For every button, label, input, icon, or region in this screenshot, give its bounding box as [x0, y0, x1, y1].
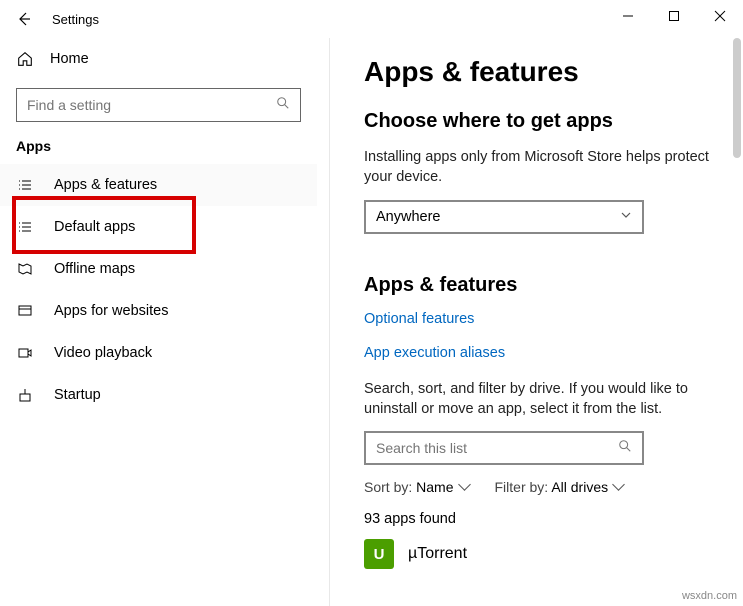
arrow-left-icon [16, 11, 32, 27]
page-title: Apps & features [364, 56, 715, 88]
sidebar-search[interactable] [16, 88, 301, 122]
section-description: Search, sort, and filter by drive. If yo… [364, 379, 715, 420]
app-count: 93 apps found [364, 511, 715, 527]
section-description: Installing apps only from Microsoft Stor… [364, 147, 715, 188]
minimize-button[interactable] [605, 0, 651, 32]
sidebar-item-label: Video playback [54, 345, 152, 361]
home-nav[interactable]: Home [0, 38, 317, 80]
close-button[interactable] [697, 0, 743, 32]
close-icon [714, 10, 726, 22]
list-icon [16, 177, 34, 193]
sidebar-item-label: Offline maps [54, 261, 135, 277]
map-icon [16, 261, 34, 277]
window-controls [605, 0, 743, 32]
sidebar-search-input[interactable] [27, 97, 276, 113]
highlight-annotation [12, 196, 196, 254]
app-source-dropdown[interactable]: Anywhere [364, 200, 644, 234]
sidebar-item-label: Startup [54, 387, 101, 403]
dropdown-value: Anywhere [376, 209, 440, 225]
chevron-down-icon [620, 209, 632, 225]
app-list-search-input[interactable] [376, 440, 618, 456]
sort-by-dropdown[interactable]: Sort by: Name [364, 479, 469, 495]
sidebar-item-video-playback[interactable]: Video playback [0, 332, 317, 374]
app-icon: U [364, 539, 394, 569]
window-title: Settings [52, 12, 99, 27]
section-heading: Choose where to get apps [364, 110, 715, 133]
sort-filter-row: Sort by: Name Filter by: All drives [364, 479, 715, 495]
home-icon [16, 50, 34, 68]
section-heading: Apps & features [364, 274, 715, 297]
sidebar-item-startup[interactable]: Startup [0, 374, 317, 416]
home-label: Home [50, 51, 89, 67]
app-list-search[interactable] [364, 431, 644, 465]
app-list-item[interactable]: U µTorrent [364, 539, 715, 569]
websites-icon [16, 303, 34, 319]
main-content: Apps & features Choose where to get apps… [330, 38, 743, 606]
maximize-button[interactable] [651, 0, 697, 32]
video-icon [16, 345, 34, 361]
optional-features-link[interactable]: Optional features [364, 311, 715, 327]
sidebar-item-apps-websites[interactable]: Apps for websites [0, 290, 317, 332]
startup-icon [16, 387, 34, 403]
filter-by-dropdown[interactable]: Filter by: All drives [495, 479, 624, 495]
watermark: wsxdn.com [682, 590, 737, 602]
back-button[interactable] [8, 3, 40, 35]
titlebar: Settings [0, 0, 743, 38]
maximize-icon [668, 10, 680, 22]
app-execution-aliases-link[interactable]: App execution aliases [364, 345, 715, 361]
sidebar-item-label: Apps & features [54, 177, 157, 193]
sidebar-item-offline-maps[interactable]: Offline maps [0, 248, 317, 290]
scrollbar[interactable] [733, 38, 741, 158]
sidebar: Home Apps Apps & features Default apps O… [0, 38, 330, 606]
category-label: Apps [16, 138, 301, 154]
search-icon [618, 439, 632, 458]
minimize-icon [622, 10, 634, 22]
app-name: µTorrent [408, 545, 467, 563]
search-icon [276, 96, 290, 115]
sidebar-item-label: Apps for websites [54, 303, 168, 319]
